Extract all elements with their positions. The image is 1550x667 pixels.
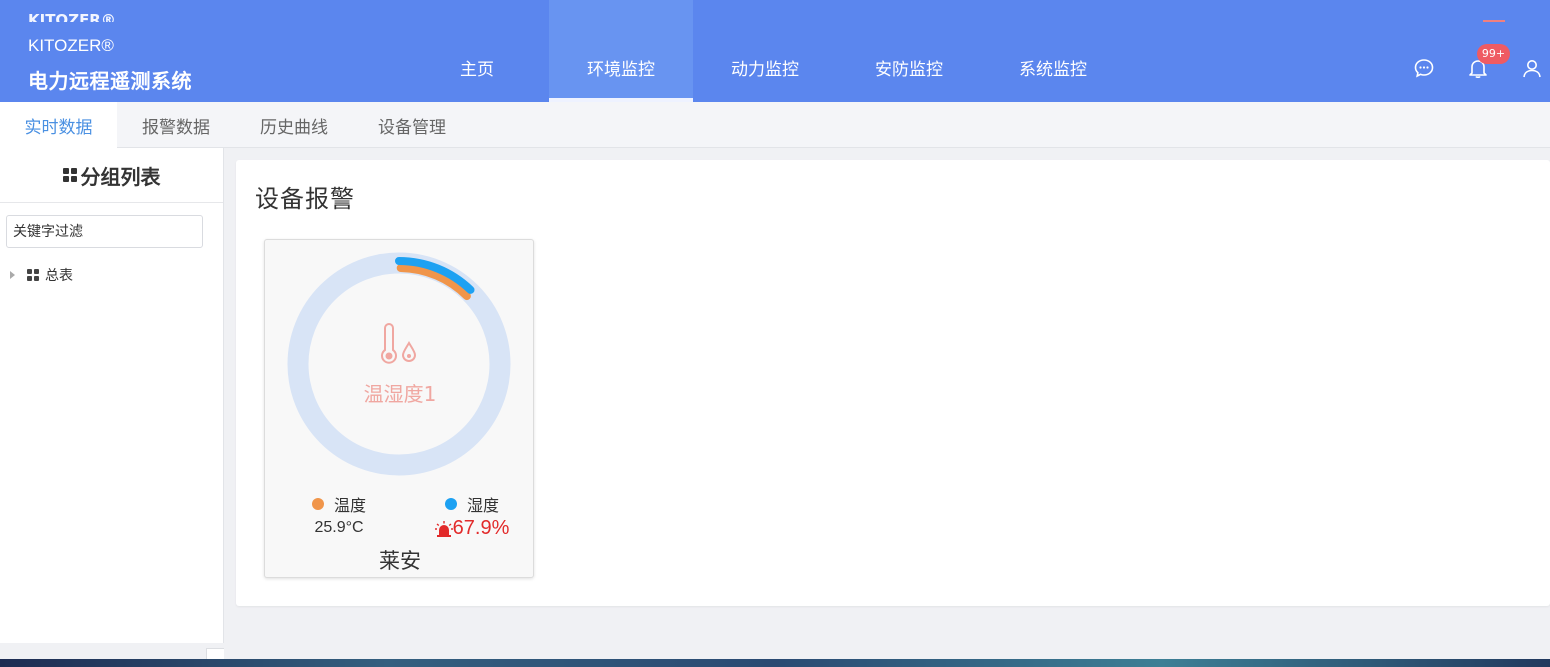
tab-history-curve[interactable]: 历史曲线 <box>235 102 353 148</box>
notification-marker <box>1483 20 1505 22</box>
nav-environment-monitor[interactable]: 环境监控 <box>549 0 693 102</box>
caret-right-icon[interactable] <box>10 271 15 279</box>
keyword-filter-input[interactable] <box>6 215 203 248</box>
temperature-label: 温度 <box>333 496 366 515</box>
device-alarm-panel: 设备报警 温湿度1 温度 25.9°C 湿度 67.9% 莱安 <box>236 160 1550 606</box>
tab-device-management[interactable]: 设备管理 <box>353 102 471 148</box>
tree-node-total[interactable]: 总表 <box>10 265 73 285</box>
main-nav: 主页 环境监控 动力监控 安防监控 系统监控 <box>405 0 1125 102</box>
group-list-title: 分组列表 <box>0 148 223 203</box>
humidity-value-row: 67.9% <box>412 517 532 540</box>
humidity-value: 67.9% <box>452 517 510 539</box>
humidity-metric: 湿度 67.9% <box>412 492 532 540</box>
grid-icon <box>27 269 39 281</box>
group-sidebar: 分组列表 总表 <box>0 148 224 667</box>
device-gauge <box>287 252 511 476</box>
system-title: 电力远程遥测系统 <box>28 69 192 93</box>
temperature-metric: 温度 25.9°C <box>279 492 399 537</box>
device-location: 莱安 <box>379 549 421 573</box>
user-icon[interactable] <box>1521 57 1543 79</box>
sub-tabs: 实时数据 报警数据 历史曲线 设备管理 <box>0 102 1550 148</box>
nav-security-monitor[interactable]: 安防监控 <box>837 0 981 102</box>
device-card[interactable]: 温湿度1 温度 25.9°C 湿度 67.9% 莱安 <box>264 239 534 578</box>
panel-title: 设备报警 <box>255 185 355 213</box>
tree-node-label: 总表 <box>45 268 73 284</box>
nav-power-monitor[interactable]: 动力监控 <box>693 0 837 102</box>
tab-realtime-data[interactable]: 实时数据 <box>0 102 117 148</box>
alarm-siren-icon <box>434 520 453 537</box>
device-name: 温湿度1 <box>363 382 437 406</box>
notification-badge: 99+ <box>1477 44 1510 64</box>
nav-system-monitor[interactable]: 系统监控 <box>981 0 1125 102</box>
humidity-label: 湿度 <box>466 496 499 515</box>
tab-alarm-data[interactable]: 报警数据 <box>117 102 235 148</box>
nav-home[interactable]: 主页 <box>405 0 549 102</box>
brand-mark: KITOZER® <box>28 36 114 55</box>
thermometer-humidity-icon <box>381 323 417 364</box>
temperature-dot-icon <box>311 498 324 510</box>
top-header: KITOZER® KITOZER® 电力远程遥测系统 主页 环境监控 动力监控 … <box>0 0 1550 102</box>
grid-icon <box>62 168 77 182</box>
group-list-label: 分组列表 <box>80 164 161 189</box>
bottom-strip <box>0 659 1550 667</box>
temperature-value: 25.9°C <box>314 519 364 536</box>
humidity-dot-icon <box>444 498 457 510</box>
brand-top-text: KITOZER® <box>28 11 116 22</box>
message-icon[interactable] <box>1413 57 1435 79</box>
